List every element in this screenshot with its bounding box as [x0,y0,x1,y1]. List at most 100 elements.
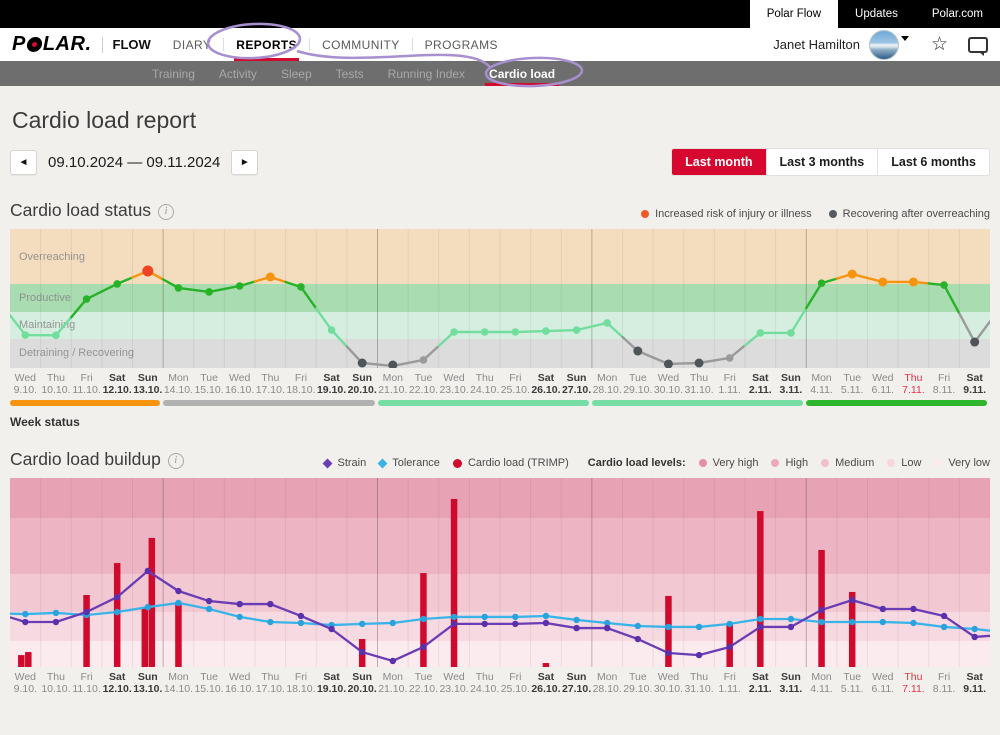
x-axis-label: Wed6.11. [868,672,899,695]
chevron-down-icon[interactable] [901,36,909,41]
week-status-bar [10,400,990,406]
status-point [328,326,336,334]
status-point [970,338,979,347]
status-line-plot [10,229,990,368]
next-period-button[interactable]: ► [231,150,258,175]
strain-point [267,601,273,607]
menu-item-reports[interactable]: REPORTS [224,28,309,61]
prev-period-button[interactable]: ◄ [10,150,37,175]
strain-point [206,598,212,604]
status-point [878,277,887,286]
tolerance-point [236,614,242,620]
x-axis-label: Mon21.10. [378,373,409,396]
status-point [940,281,948,289]
x-axis-label: Tue22.10. [408,373,439,396]
legend-item-tolerance: Tolerance [379,457,440,469]
site-tab-polar-flow[interactable]: Polar Flow [750,0,838,28]
x-axis-label: Sun20.10. [347,672,378,695]
strain-point [788,624,794,630]
site-tab-updates[interactable]: Updates [838,0,915,28]
status-point [22,331,30,339]
trimp-bar [18,655,25,667]
subnav-item-running-index[interactable]: Running Index [376,61,477,86]
x-axis-label: Sat19.10. [316,373,347,396]
tolerance-point [298,620,304,626]
x-axis-label: Fri11.10. [71,672,102,695]
strain-point [145,568,151,574]
menu-item-diary[interactable]: DIARY [161,28,223,61]
x-axis-label: Thu10.10. [41,672,72,695]
info-icon[interactable]: i [158,204,174,220]
legend-item-recovering: Recovering after overreaching [829,208,990,220]
tolerance-point [114,609,120,615]
range-button-last-month[interactable]: Last month [672,149,765,175]
cardio-load-status-chart: OverreachingProductiveMaintainingDetrain… [10,229,990,368]
favorites-star-icon[interactable]: ☆ [931,35,948,54]
tolerance-point [971,626,977,632]
x-axis-label: Wed9.10. [10,672,41,695]
logo-divider [102,37,103,53]
tolerance-point [635,623,641,629]
strain-point [726,644,732,650]
buildup-legend: Strain Tolerance Cardio load (TRIMP) Car… [324,457,990,470]
x-axis-label: Mon14.10. [163,373,194,396]
week-status-label: Week status [10,415,990,429]
strain-point [665,650,671,656]
subnav-item-training[interactable]: Training [140,61,207,86]
main-menu: DIARY REPORTS COMMUNITY PROGRAMS [161,28,510,61]
range-button-last-6-months[interactable]: Last 6 months [877,149,989,175]
range-button-last-3-months[interactable]: Last 3 months [766,149,878,175]
status-point [695,358,704,367]
strain-point [236,601,242,607]
x-axis-label: Thu7.11. [898,672,929,695]
user-name[interactable]: Janet Hamilton [773,37,860,52]
status-point [175,284,183,292]
info-icon[interactable]: i [168,453,184,469]
trimp-bar [451,499,458,667]
trimp-bar [543,663,550,667]
strain-marker-icon [323,458,333,468]
buildup-chart-x-axis: Wed9.10.Thu10.10.Fri11.10.Sat12.10.Sun13… [10,672,990,695]
menu-item-community[interactable]: COMMUNITY [310,28,412,61]
status-point [512,328,520,336]
x-axis-label: Thu7.11. [898,373,929,396]
x-axis-label: Mon14.10. [163,672,194,695]
strain-point [849,597,855,603]
x-axis-label: Sun27.10. [561,373,592,396]
tolerance-point [726,621,732,627]
risk-dot-icon [641,210,649,218]
polar-logo[interactable]: PLAR. FLOW [12,28,151,61]
x-axis-label: Sun13.10. [133,373,164,396]
strain-point [114,594,120,600]
status-point [266,272,275,281]
subnav-item-sleep[interactable]: Sleep [269,61,324,86]
week-status-segment [163,400,374,406]
feedback-bubble-icon[interactable] [968,37,988,53]
trimp-bar [757,511,764,667]
trimp-bar [25,652,32,667]
subnav-item-tests[interactable]: Tests [324,61,376,86]
status-point [757,329,765,337]
date-range-label: 09.10.2024 — 09.11.2024 [48,154,220,171]
avatar[interactable] [869,30,899,60]
very-high-dot-icon [699,459,707,467]
status-point [236,282,244,290]
tolerance-point [22,611,28,617]
legend-item-very-high: Very high [699,457,759,469]
x-axis-label: Sun13.10. [133,672,164,695]
subnav-item-cardio-load[interactable]: Cardio load [477,61,567,86]
report-content: Cardio load report ◄ 09.10.2024 — 09.11.… [0,107,1000,695]
medium-dot-icon [821,459,829,467]
high-dot-icon [771,459,779,467]
x-axis-label: Thu31.10. [684,672,715,695]
strain-point [818,607,824,613]
x-axis-label: Thu17.10. [255,373,286,396]
x-axis-label: Tue15.10. [194,373,225,396]
tolerance-point [665,624,671,630]
trimp-bar [665,596,672,667]
subnav-item-activity[interactable]: Activity [207,61,269,86]
x-axis-label: Fri25.10. [500,373,531,396]
menu-item-programs[interactable]: PROGRAMS [413,28,510,61]
tolerance-point [849,619,855,625]
site-tab-polar-com[interactable]: Polar.com [915,0,1000,28]
